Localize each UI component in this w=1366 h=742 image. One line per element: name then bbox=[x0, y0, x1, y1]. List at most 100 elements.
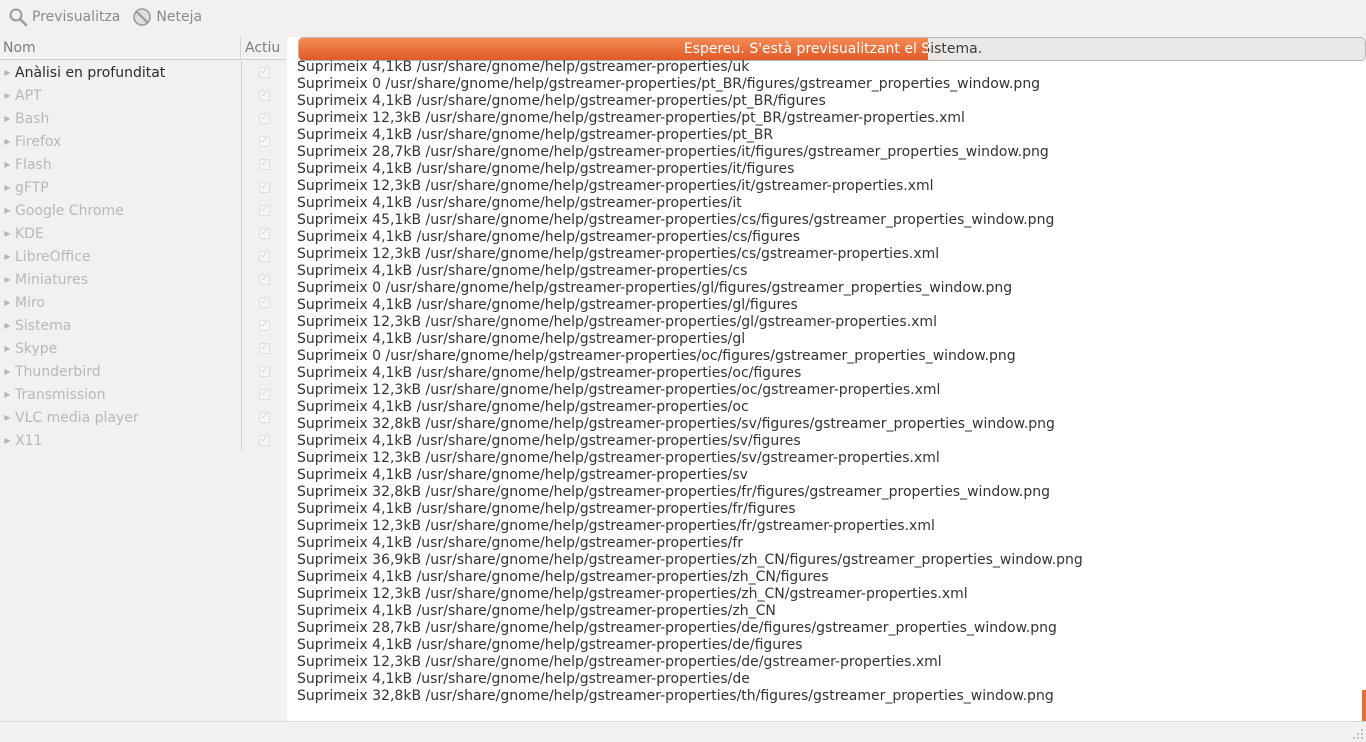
cleaner-row[interactable]: ▶ APT ✓ bbox=[0, 84, 286, 107]
cleaner-row[interactable]: ▶ Anàlisi en profunditat ✓ bbox=[0, 61, 286, 84]
active-checkbox[interactable]: ✓ bbox=[259, 67, 270, 78]
expander-icon[interactable]: ▶ bbox=[0, 268, 15, 291]
log-line: Suprimeix 4,1kB /usr/share/gnome/help/gs… bbox=[297, 93, 826, 109]
log-line: Suprimeix 4,1kB /usr/share/gnome/help/gs… bbox=[297, 399, 749, 415]
scroll-indicator[interactable] bbox=[1362, 690, 1366, 721]
search-icon bbox=[9, 8, 28, 27]
expander-icon[interactable]: ▶ bbox=[0, 130, 15, 153]
log-line: Suprimeix 0 /usr/share/gnome/help/gstrea… bbox=[297, 280, 1013, 296]
cleaner-row[interactable]: ▶ VLC media player ✓ bbox=[0, 406, 286, 429]
cleaner-label: Skype bbox=[15, 340, 58, 357]
log-line: Suprimeix 12,3kB /usr/share/gnome/help/g… bbox=[297, 654, 942, 670]
log-line: Suprimeix 4,1kB /usr/share/gnome/help/gs… bbox=[297, 671, 750, 687]
expander-icon[interactable]: ▶ bbox=[0, 199, 15, 222]
active-checkbox-cell: ✓ bbox=[241, 343, 286, 354]
log-line: Suprimeix 32,8kB /usr/share/gnome/help/g… bbox=[297, 484, 1051, 500]
clean-button[interactable]: Neteja bbox=[132, 4, 214, 30]
expander-icon[interactable]: ▶ bbox=[0, 406, 15, 429]
active-checkbox[interactable]: ✓ bbox=[259, 343, 270, 354]
expander-icon[interactable]: ▶ bbox=[0, 360, 15, 383]
cleaner-row[interactable]: ▶ Google Chrome ✓ bbox=[0, 199, 286, 222]
log-line: Suprimeix 12,3kB /usr/share/gnome/help/g… bbox=[297, 586, 968, 602]
column-header-active[interactable]: Actiu bbox=[241, 37, 286, 60]
active-checkbox[interactable]: ✓ bbox=[259, 90, 270, 101]
log-line: Suprimeix 12,3kB /usr/share/gnome/help/g… bbox=[297, 246, 940, 262]
log-line: Suprimeix 4,1kB /usr/share/gnome/help/gs… bbox=[297, 263, 748, 279]
active-checkbox[interactable]: ✓ bbox=[259, 159, 270, 170]
cleaner-row[interactable]: ▶ Firefox ✓ bbox=[0, 130, 286, 153]
cleaner-row[interactable]: ▶ Skype ✓ bbox=[0, 337, 286, 360]
cleaner-label: Miro bbox=[15, 294, 45, 311]
cleaner-row[interactable]: ▶ LibreOffice ✓ bbox=[0, 245, 286, 268]
log-line: Suprimeix 12,3kB /usr/share/gnome/help/g… bbox=[297, 110, 965, 126]
log-line: Suprimeix 4,1kB /usr/share/gnome/help/gs… bbox=[297, 535, 744, 551]
active-checkbox[interactable]: ✓ bbox=[259, 435, 270, 446]
active-checkbox[interactable]: ✓ bbox=[259, 297, 270, 308]
cleaner-row[interactable]: ▶ Transmission ✓ bbox=[0, 383, 286, 406]
cleaner-row[interactable]: ▶ Thunderbird ✓ bbox=[0, 360, 286, 383]
log-line: Suprimeix 28,7kB /usr/share/gnome/help/g… bbox=[297, 144, 1049, 160]
progress-text-overlay: Espereu. S'està previsualitzant el Siste… bbox=[299, 38, 928, 60]
active-checkbox-cell: ✓ bbox=[241, 366, 286, 377]
cleaner-row[interactable]: ▶ Flash ✓ bbox=[0, 153, 286, 176]
cleaner-list: Nom Actiu ▶ Anàlisi en profunditat ✓ ▶ APT ✓ ▶… bbox=[0, 37, 286, 721]
cleaner-label: Bash bbox=[15, 110, 50, 127]
expander-icon[interactable]: ▶ bbox=[0, 176, 15, 199]
log-line: Suprimeix 4,1kB /usr/share/gnome/help/gs… bbox=[297, 433, 801, 449]
cleaner-row[interactable]: ▶ Miro ✓ bbox=[0, 291, 286, 314]
active-checkbox[interactable]: ✓ bbox=[259, 412, 270, 423]
active-checkbox-cell: ✓ bbox=[241, 90, 286, 101]
preview-button[interactable]: Previsualitza bbox=[8, 4, 132, 30]
active-checkbox[interactable]: ✓ bbox=[259, 205, 270, 216]
progress-text-overlay-label: Espereu. S'està previsualitzant el Siste… bbox=[683, 41, 928, 57]
active-checkbox[interactable]: ✓ bbox=[259, 366, 270, 377]
expander-icon[interactable]: ▶ bbox=[0, 245, 15, 268]
active-checkbox[interactable]: ✓ bbox=[259, 251, 270, 262]
active-checkbox[interactable]: ✓ bbox=[259, 320, 270, 331]
active-checkbox[interactable]: ✓ bbox=[259, 136, 270, 147]
cleaner-label: Transmission bbox=[15, 386, 106, 403]
expander-icon[interactable]: ▶ bbox=[0, 383, 15, 406]
active-checkbox[interactable]: ✓ bbox=[259, 113, 270, 124]
active-checkbox-cell: ✓ bbox=[241, 320, 286, 331]
log-line: Suprimeix 4,1kB /usr/share/gnome/help/gs… bbox=[297, 229, 801, 245]
expander-icon[interactable]: ▶ bbox=[0, 107, 15, 130]
expander-icon[interactable]: ▶ bbox=[0, 222, 15, 245]
log-line: Suprimeix 45,1kB /usr/share/gnome/help/g… bbox=[297, 212, 1055, 228]
cleaner-label: APT bbox=[15, 87, 42, 104]
active-checkbox-cell: ✓ bbox=[241, 182, 286, 193]
active-checkbox-cell: ✓ bbox=[241, 297, 286, 308]
expander-icon[interactable]: ▶ bbox=[0, 84, 15, 107]
cleaner-row[interactable]: ▶ gFTP ✓ bbox=[0, 176, 286, 199]
active-checkbox-cell: ✓ bbox=[241, 435, 286, 446]
active-checkbox[interactable]: ✓ bbox=[259, 389, 270, 400]
active-checkbox-cell: ✓ bbox=[241, 205, 286, 216]
progress-bar: Espereu. S'està previsualitzant el Siste… bbox=[298, 37, 1366, 61]
active-checkbox[interactable]: ✓ bbox=[259, 182, 270, 193]
cleaner-row[interactable]: ▶ Miniatures ✓ bbox=[0, 268, 286, 291]
active-checkbox[interactable]: ✓ bbox=[259, 274, 270, 285]
active-checkbox-cell: ✓ bbox=[241, 113, 286, 124]
expander-icon[interactable]: ▶ bbox=[0, 314, 15, 337]
expander-icon[interactable]: ▶ bbox=[0, 291, 15, 314]
toolbar: Previsualitza Neteja bbox=[0, 0, 1366, 34]
log-line: Suprimeix 4,1kB /usr/share/gnome/help/gs… bbox=[297, 637, 803, 653]
log-line: Suprimeix 12,3kB /usr/share/gnome/help/g… bbox=[297, 178, 934, 194]
cleaner-row[interactable]: ▶ KDE ✓ bbox=[0, 222, 286, 245]
active-checkbox[interactable]: ✓ bbox=[259, 228, 270, 239]
log-output[interactable]: Suprimeix 4,1kB /usr/share/gnome/help/gs… bbox=[297, 59, 1357, 719]
cleaner-row[interactable]: ▶ Bash ✓ bbox=[0, 107, 286, 130]
log-line: Suprimeix 4,1kB /usr/share/gnome/help/gs… bbox=[297, 501, 796, 517]
expander-icon[interactable]: ▶ bbox=[0, 337, 15, 360]
expander-icon[interactable]: ▶ bbox=[0, 61, 15, 84]
resize-grip-icon[interactable] bbox=[1352, 728, 1364, 740]
column-header-name[interactable]: Nom bbox=[0, 37, 241, 60]
cleaner-row[interactable]: ▶ X11 ✓ bbox=[0, 429, 286, 452]
log-line: Suprimeix 36,9kB /usr/share/gnome/help/g… bbox=[297, 552, 1083, 568]
expander-icon[interactable]: ▶ bbox=[0, 429, 15, 452]
expander-icon[interactable]: ▶ bbox=[0, 153, 15, 176]
active-checkbox-cell: ✓ bbox=[241, 274, 286, 285]
cleaner-row[interactable]: ▶ Sistema ✓ bbox=[0, 314, 286, 337]
log-line: Suprimeix 12,3kB /usr/share/gnome/help/g… bbox=[297, 382, 941, 398]
log-line: Suprimeix 4,1kB /usr/share/gnome/help/gs… bbox=[297, 297, 798, 313]
